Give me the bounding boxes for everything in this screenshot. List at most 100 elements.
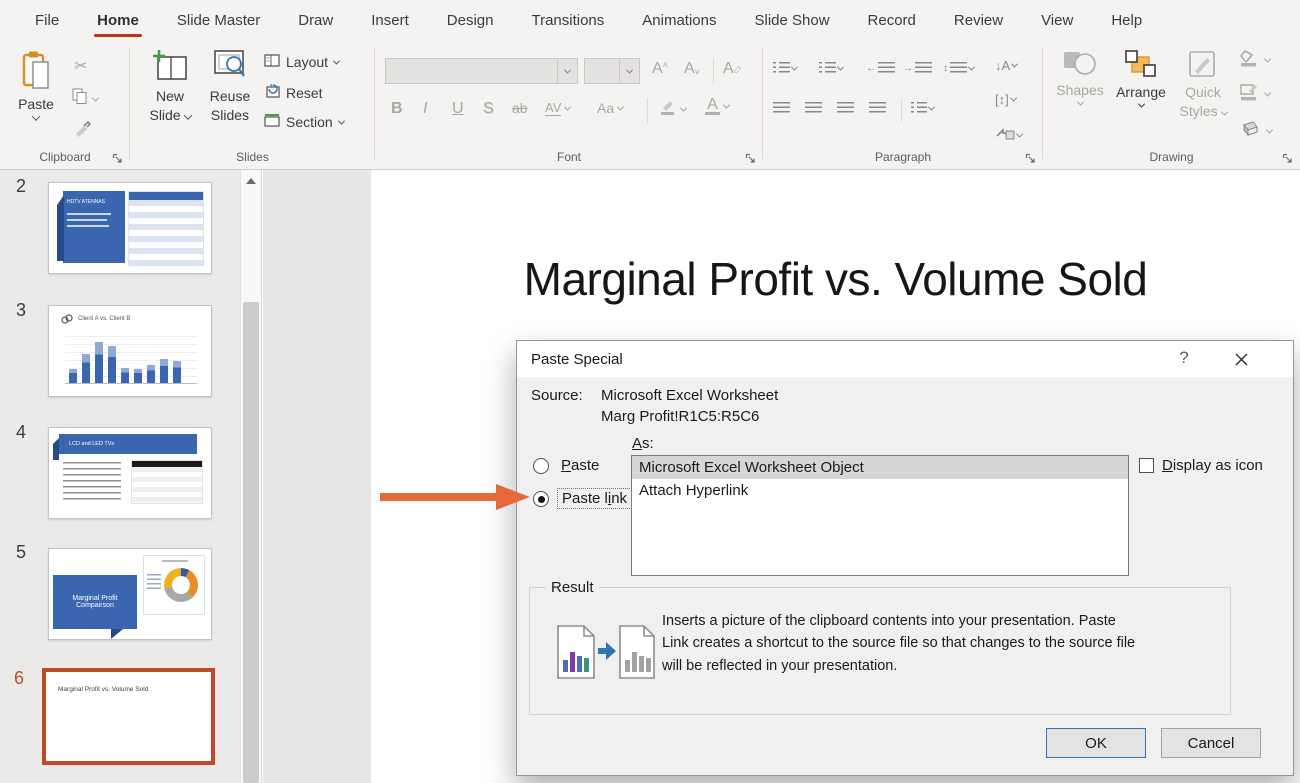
layout-button[interactable]: Layout: [264, 54, 339, 70]
chevron-down-icon: [1220, 109, 1227, 116]
scrollbar-up-button[interactable]: [241, 170, 261, 192]
shape-outline-button[interactable]: [1239, 82, 1270, 107]
slide-thumbnail-5[interactable]: Marginal Profit Compairson: [48, 548, 212, 640]
slide-thumbnail-2[interactable]: HDTV ATENNAS: [48, 182, 212, 274]
align-left-button[interactable]: [773, 102, 790, 115]
tab-file[interactable]: File: [16, 2, 78, 39]
close-icon: [1235, 353, 1248, 366]
ok-button[interactable]: OK: [1046, 728, 1146, 758]
align-right-button[interactable]: [837, 102, 854, 115]
paste-radio[interactable]: Paste: [533, 456, 603, 475]
display-as-icon-checkbox[interactable]: Display as icon: [1139, 457, 1263, 474]
divider: [713, 58, 714, 84]
italic-button[interactable]: I: [423, 100, 427, 118]
font-size-select[interactable]: [584, 58, 640, 84]
close-button[interactable]: [1231, 350, 1251, 368]
line-spacing-button[interactable]: ↕: [943, 62, 974, 75]
tab-help[interactable]: Help: [1092, 2, 1161, 39]
thumb3-title: Client A vs. Client B: [61, 314, 130, 324]
chevron-down-icon: [564, 103, 571, 110]
shapes-button[interactable]: Shapes: [1051, 50, 1109, 106]
font-name-select[interactable]: [385, 58, 578, 84]
align-center-button[interactable]: [805, 102, 822, 115]
drawing-group-label: Drawing: [1043, 150, 1300, 164]
slide-thumbnail-6-selected[interactable]: Marginal Profit vs. Volume Sold: [42, 668, 215, 765]
increase-font-size-button[interactable]: A˄: [652, 60, 668, 78]
tab-review[interactable]: Review: [935, 2, 1022, 39]
decrease-indent-button[interactable]: ←: [866, 62, 895, 75]
help-button[interactable]: ?: [1172, 348, 1196, 368]
format-painter-button[interactable]: [74, 120, 91, 142]
slide-title-textbox[interactable]: Marginal Profit vs. Volume Sold: [371, 252, 1300, 306]
callout-arrow: [380, 482, 532, 517]
outdent-icon: [878, 62, 895, 75]
new-slide-label: New: [156, 88, 184, 105]
character-spacing-button[interactable]: AV: [545, 100, 570, 116]
scrollbar-thumb[interactable]: [243, 302, 259, 783]
arrange-button[interactable]: Arrange: [1109, 50, 1173, 108]
tab-slide-show[interactable]: Slide Show: [735, 2, 848, 39]
paste-as-listbox[interactable]: Microsoft Excel Worksheet Object Attach …: [631, 455, 1129, 576]
chevron-down-icon: [1010, 95, 1017, 102]
text-direction-button[interactable]: ↓A: [995, 58, 1017, 73]
paste-button[interactable]: Paste: [12, 50, 60, 121]
clipboard-dialog-launcher[interactable]: [112, 151, 123, 162]
font-dialog-launcher[interactable]: [745, 151, 756, 162]
decrease-font-size-button[interactable]: A˅: [684, 60, 700, 78]
list-item-excel-object[interactable]: Microsoft Excel Worksheet Object: [632, 456, 1128, 479]
text-highlight-button[interactable]: [659, 98, 686, 121]
numbering-button[interactable]: [819, 62, 843, 75]
tab-record[interactable]: Record: [849, 2, 935, 39]
cut-button[interactable]: ✂: [74, 56, 87, 76]
align-text-button[interactable]: [↕]: [995, 92, 1016, 107]
shape-fill-button[interactable]: [1239, 48, 1270, 73]
tab-home[interactable]: Home: [78, 2, 158, 39]
bullets-button[interactable]: [773, 62, 797, 75]
tab-view[interactable]: View: [1022, 2, 1092, 39]
section-button[interactable]: Section: [264, 114, 344, 130]
strikethrough-button[interactable]: ab: [512, 100, 528, 116]
justify-button[interactable]: [869, 102, 886, 115]
triangle-up-icon: [246, 178, 256, 184]
cancel-button[interactable]: Cancel: [1161, 728, 1261, 758]
clear-formatting-button[interactable]: A▯: [723, 60, 740, 78]
dialog-title-bar[interactable]: Paste Special ?: [517, 341, 1293, 377]
chevron-down-icon: [32, 112, 40, 120]
slide-thumbnail-3[interactable]: Client A vs. Client B: [48, 305, 212, 397]
radio-unselected-icon: [533, 458, 549, 474]
bold-button[interactable]: B: [391, 100, 403, 118]
reuse-slides-button[interactable]: Reuse Slides: [202, 48, 258, 124]
font-color-button[interactable]: A: [705, 98, 729, 115]
tab-draw[interactable]: Draw: [279, 2, 352, 39]
paragraph-dialog-launcher[interactable]: [1025, 151, 1036, 162]
ribbon: Paste ✂ Clipboard New Slide: [0, 40, 1300, 170]
drawing-dialog-launcher[interactable]: [1282, 151, 1293, 162]
panel-scrollbar[interactable]: [240, 170, 261, 783]
quick-styles-button[interactable]: Quick Styles: [1175, 50, 1231, 120]
increase-indent-button[interactable]: →: [903, 62, 932, 75]
arrange-label: Arrange: [1116, 84, 1166, 101]
tab-animations[interactable]: Animations: [623, 2, 735, 39]
paste-link-radio[interactable]: Paste link: [533, 488, 632, 509]
copy-button[interactable]: [72, 88, 98, 110]
tab-transitions[interactable]: Transitions: [512, 2, 623, 39]
underline-button[interactable]: U: [452, 100, 464, 118]
reset-button[interactable]: Reset: [264, 84, 323, 101]
format-painter-icon: [74, 124, 91, 141]
new-slide-button[interactable]: New Slide: [142, 48, 198, 124]
slide-thumbnail-4[interactable]: LCD and LED TVs: [48, 427, 212, 519]
tab-design[interactable]: Design: [428, 2, 513, 39]
new-slide-icon: [151, 48, 189, 86]
shape-outline-icon: [1239, 82, 1259, 107]
tab-slide-master[interactable]: Slide Master: [158, 2, 279, 39]
list-item-attach-hyperlink[interactable]: Attach Hyperlink: [632, 479, 1128, 502]
shape-effects-button[interactable]: [1239, 120, 1272, 142]
convert-smartart-button[interactable]: [995, 126, 1022, 144]
tab-insert[interactable]: Insert: [352, 2, 428, 39]
thumb6-title: Marginal Profit vs. Volume Sold: [58, 686, 148, 693]
change-case-button[interactable]: Aa: [597, 100, 623, 116]
columns-button[interactable]: [911, 102, 934, 115]
slide-thumbnail-panel: 2 HDTV ATENNAS 3 Client A vs. Client B 4…: [0, 170, 262, 783]
divider: [647, 98, 648, 124]
text-shadow-button[interactable]: S: [483, 100, 494, 118]
